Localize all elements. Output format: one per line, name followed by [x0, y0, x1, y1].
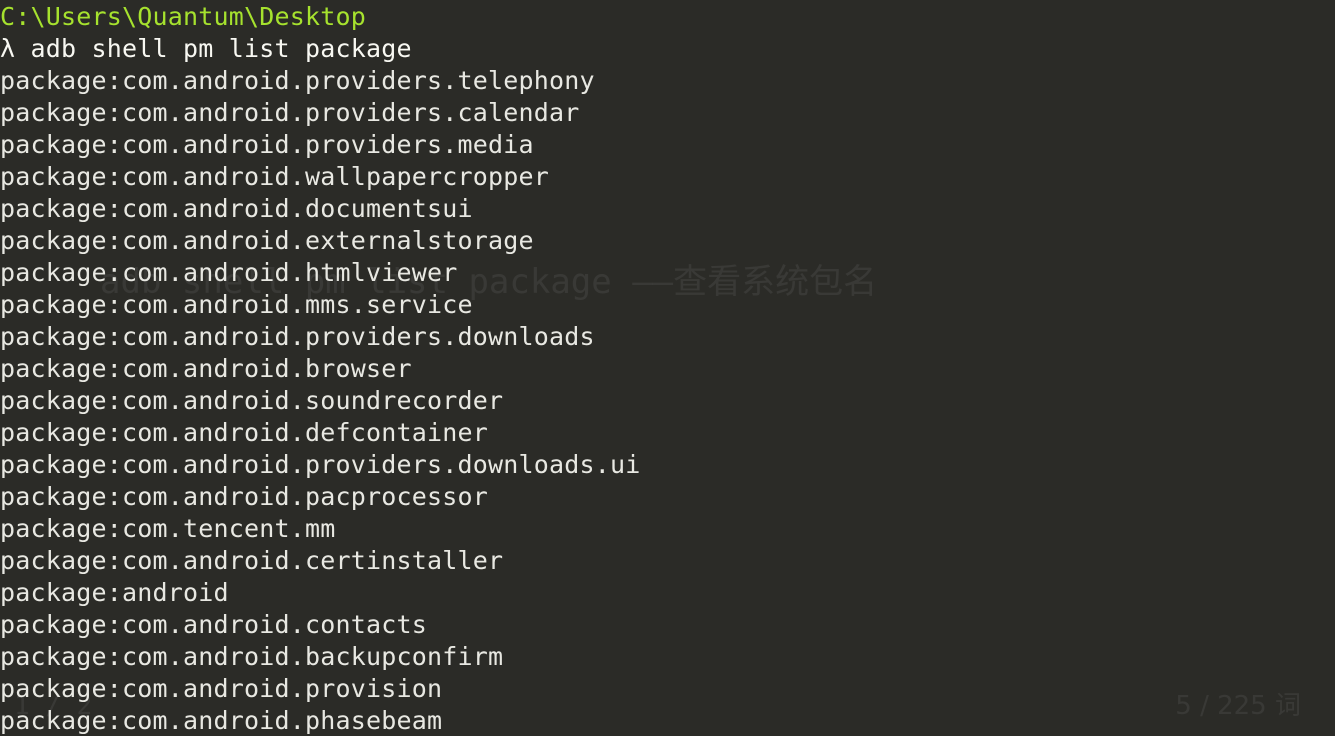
output-line: package:com.android.providers.telephony [0, 66, 595, 95]
output-line: package:com.android.providers.calendar [0, 98, 580, 127]
output-line: package:com.android.providers.downloads [0, 322, 595, 351]
terminal-output: C:\Users\Quantum\Desktop λ adb shell pm … [0, 1, 641, 736]
working-directory: C:\Users\Quantum\Desktop [0, 2, 367, 31]
command-line: λ adb shell pm list package [0, 33, 641, 65]
output-line: package:com.android.htmlviewer [0, 258, 458, 287]
output-line: package:com.android.certinstaller [0, 546, 504, 575]
output-line: package:com.android.browser [0, 354, 412, 383]
output-line: package:com.android.pacprocessor [0, 482, 489, 511]
terminal-window[interactable]: adb shell pm list package ——查看系统包名 5 / 2… [0, 0, 1335, 736]
output-line: package:com.android.contacts [0, 610, 428, 639]
output-line: package:com.android.externalstorage [0, 226, 534, 255]
output-line: package:com.android.providers.downloads.… [0, 450, 641, 479]
output-line: package:com.android.provision [0, 674, 443, 703]
output-line: package:com.android.documentsui [0, 194, 473, 223]
command-text: adb shell pm list package [30, 34, 412, 63]
output-line: package:com.android.soundrecorder [0, 386, 504, 415]
output-line: package:com.android.wallpapercropper [0, 162, 550, 191]
prompt-symbol: λ [0, 34, 16, 63]
output-line: package:com.android.mms.service [0, 290, 473, 319]
output-line: package:com.tencent.mm [0, 514, 336, 543]
output-line: package:com.android.backupconfirm [0, 642, 504, 671]
output-line: package:android [0, 578, 229, 607]
output-line: package:com.android.phasebeam [0, 706, 443, 735]
output-line: package:com.android.providers.media [0, 130, 534, 159]
background-word-count: 5 / 225 词 [1175, 691, 1301, 721]
output-line: package:com.android.defcontainer [0, 418, 489, 447]
